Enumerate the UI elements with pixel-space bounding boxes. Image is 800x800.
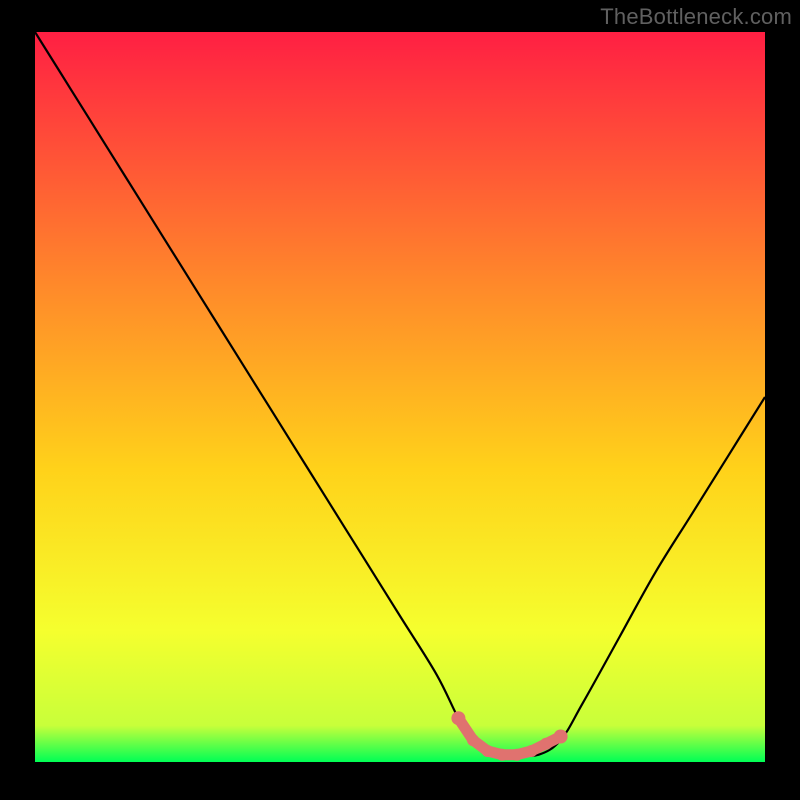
marker-dot [554,730,568,744]
plot-area [35,32,765,762]
chart-frame: TheBottleneck.com [0,0,800,800]
gradient-background [35,32,765,762]
marker-dot [496,749,508,761]
marker-dot [482,745,494,757]
watermark-text: TheBottleneck.com [600,4,792,30]
marker-dot [540,738,552,750]
marker-dot [451,711,465,725]
marker-dot [511,749,523,761]
chart-svg [35,32,765,762]
marker-dot [525,745,537,757]
marker-dot [467,734,479,746]
